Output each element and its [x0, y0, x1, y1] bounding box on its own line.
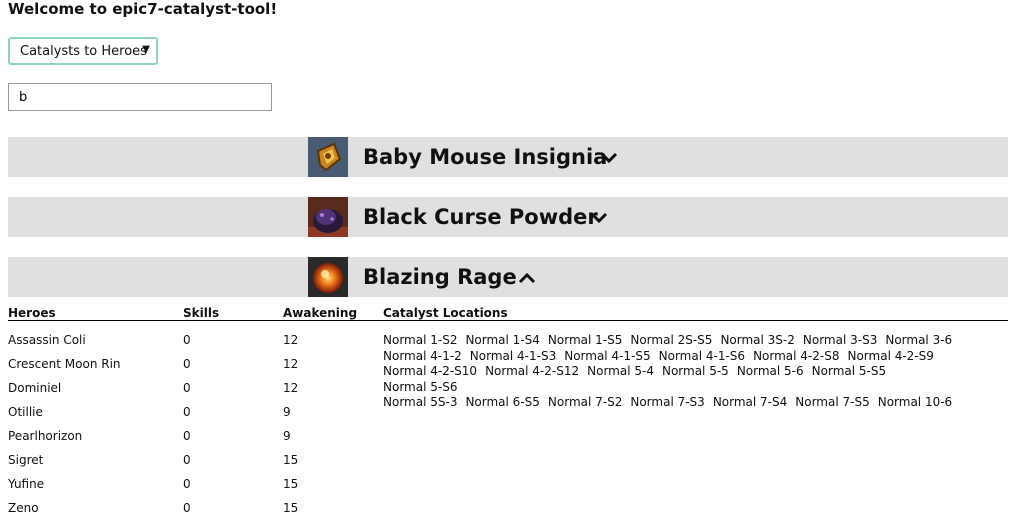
location-item: Normal 4-2-S8: [753, 348, 840, 363]
location-item: Normal 4-1-S5: [564, 348, 651, 363]
location-item: Normal 4-2-S12: [485, 364, 580, 378]
column-header-awakening: Awakening: [283, 306, 358, 320]
mode-select[interactable]: Catalysts to Heroes ▼: [8, 37, 158, 65]
location-item: Normal 5-S6: [383, 379, 458, 394]
hero-name: Sigret: [8, 453, 44, 467]
header-divider: [8, 320, 1008, 321]
hero-name: Assassin Coli: [8, 333, 86, 347]
catalyst-bar-black-curse-powder[interactable]: Black Curse Powder: [8, 197, 1008, 237]
location-item: Normal 5-5: [661, 364, 729, 378]
dropdown-arrow-icon: ▼: [142, 44, 150, 55]
location-item: Normal 4-2-S10: [383, 364, 478, 378]
awakening-count: 15: [283, 477, 299, 491]
skills-count: 0: [183, 477, 191, 491]
chevron-up-icon[interactable]: [518, 269, 536, 287]
location-item: Normal 1-S5: [547, 333, 623, 347]
location-item: Normal 5S-3: [383, 395, 458, 409]
blazing-rage-icon: [308, 257, 348, 297]
location-item: Normal 3S-2: [720, 333, 795, 347]
hero-name: Zeno: [8, 501, 39, 515]
location-item: Normal 4-2-S9: [847, 348, 934, 363]
table-row: Sigret 0 15: [8, 453, 368, 477]
table-row: Dominiel 0 12: [8, 381, 368, 405]
table-row: Crescent Moon Rin 0 12: [8, 357, 368, 381]
skills-count: 0: [183, 429, 191, 443]
location-item: Normal 7-S2: [547, 395, 623, 409]
skills-count: 0: [183, 333, 191, 347]
location-item: Normal 1-S2: [383, 333, 458, 347]
table-row: Zeno 0 15: [8, 501, 368, 525]
location-item: Normal 4-1-S3: [469, 348, 557, 363]
search-input[interactable]: [8, 83, 272, 111]
location-item: Normal 7-S5: [795, 395, 870, 409]
location-item: Normal 5-S5: [811, 364, 887, 378]
column-header-heroes: Heroes: [8, 306, 56, 320]
location-item: Normal 1-S4: [465, 333, 540, 347]
location-item: Normal 4-1-2: [383, 348, 462, 363]
awakening-count: 12: [283, 357, 299, 371]
catalyst-locations: Normal 1-S2 Normal 1-S4 Normal 1-S5 Normal …: [383, 333, 973, 411]
black-curse-powder-icon: [308, 197, 348, 237]
awakening-count: 12: [283, 333, 299, 347]
skills-count: 0: [183, 501, 191, 515]
location-item: Normal 3-6: [885, 333, 953, 347]
hero-name: Pearlhorizon: [8, 429, 83, 443]
location-item: Normal 7-S4: [712, 395, 788, 409]
awakening-count: 9: [283, 429, 291, 443]
skills-count: 0: [183, 357, 191, 371]
hero-name: Yufine: [8, 477, 45, 491]
skills-count: 0: [183, 405, 191, 419]
table-row: Otillie 0 9: [8, 405, 368, 429]
awakening-count: 9: [283, 405, 291, 419]
awakening-count: 15: [283, 453, 299, 467]
skills-count: 0: [183, 381, 191, 395]
table-row: Assassin Coli 0 12: [8, 333, 368, 357]
chevron-down-icon[interactable]: [600, 149, 618, 167]
baby-mouse-insignia-icon: [308, 137, 348, 177]
catalyst-bar-baby-mouse-insignia[interactable]: Baby Mouse Insignia: [8, 137, 1008, 177]
hero-name: Crescent Moon Rin: [8, 357, 121, 371]
location-item: Normal 5-6: [736, 364, 804, 378]
catalyst-bar-blazing-rage[interactable]: Blazing Rage: [8, 257, 1008, 297]
awakening-count: 12: [283, 381, 299, 395]
skills-count: 0: [183, 453, 191, 467]
location-item: Normal 7-S3: [630, 395, 705, 409]
location-item: Normal 4-1-S6: [658, 348, 746, 363]
catalyst-name: Black Curse Powder: [363, 205, 598, 229]
catalyst-name: Baby Mouse Insignia: [363, 145, 608, 169]
table-row: Yufine 0 15: [8, 477, 368, 501]
column-header-catalyst-locations: Catalyst Locations: [383, 306, 508, 320]
location-item: Normal 10-6: [877, 395, 953, 409]
location-item: Normal 6-S5: [465, 395, 540, 409]
hero-name: Otillie: [8, 405, 43, 419]
location-item: Normal 3-S3: [802, 333, 878, 347]
location-item: Normal 2S-S5: [630, 333, 713, 347]
column-header-skills: Skills: [183, 306, 220, 320]
location-item: Normal 5-4: [587, 364, 654, 378]
hero-name: Dominiel: [8, 381, 62, 395]
awakening-count: 15: [283, 501, 299, 515]
page-title: Welcome to epic7-catalyst-tool!: [8, 0, 278, 18]
mode-select-value: Catalysts to Heroes: [20, 44, 147, 59]
table-row: Pearlhorizon 0 9: [8, 429, 368, 453]
catalyst-name: Blazing Rage: [363, 265, 517, 289]
chevron-down-icon[interactable]: [590, 209, 608, 227]
